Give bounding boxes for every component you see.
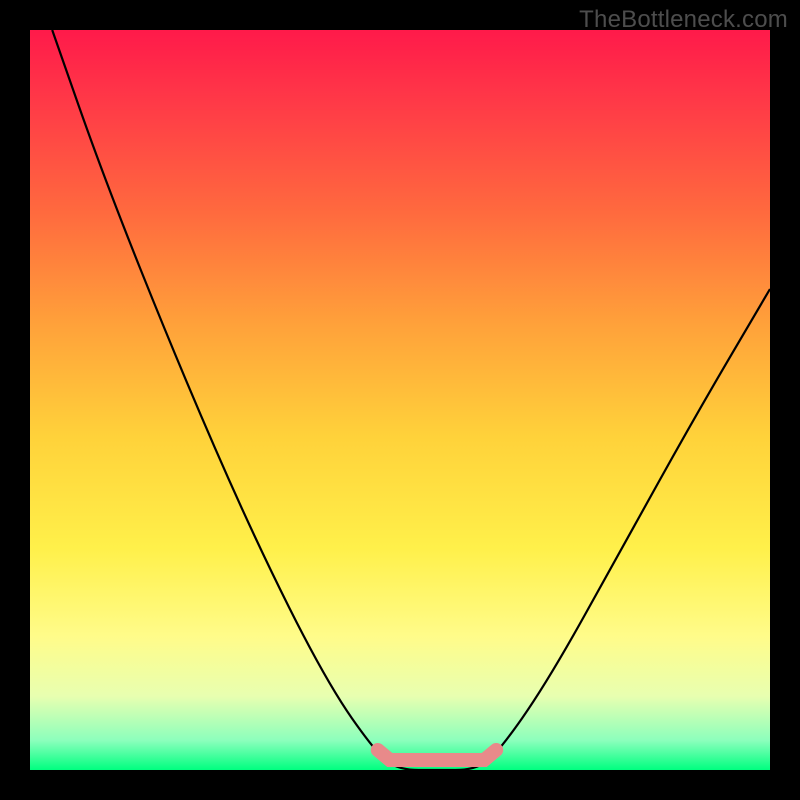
chart-plot-area [30,30,770,770]
chart-svg-overlay [30,30,770,770]
watermark-label: TheBottleneck.com [579,6,788,34]
bottleneck-curve-path [52,30,770,770]
highlight-range-mark [378,750,496,760]
